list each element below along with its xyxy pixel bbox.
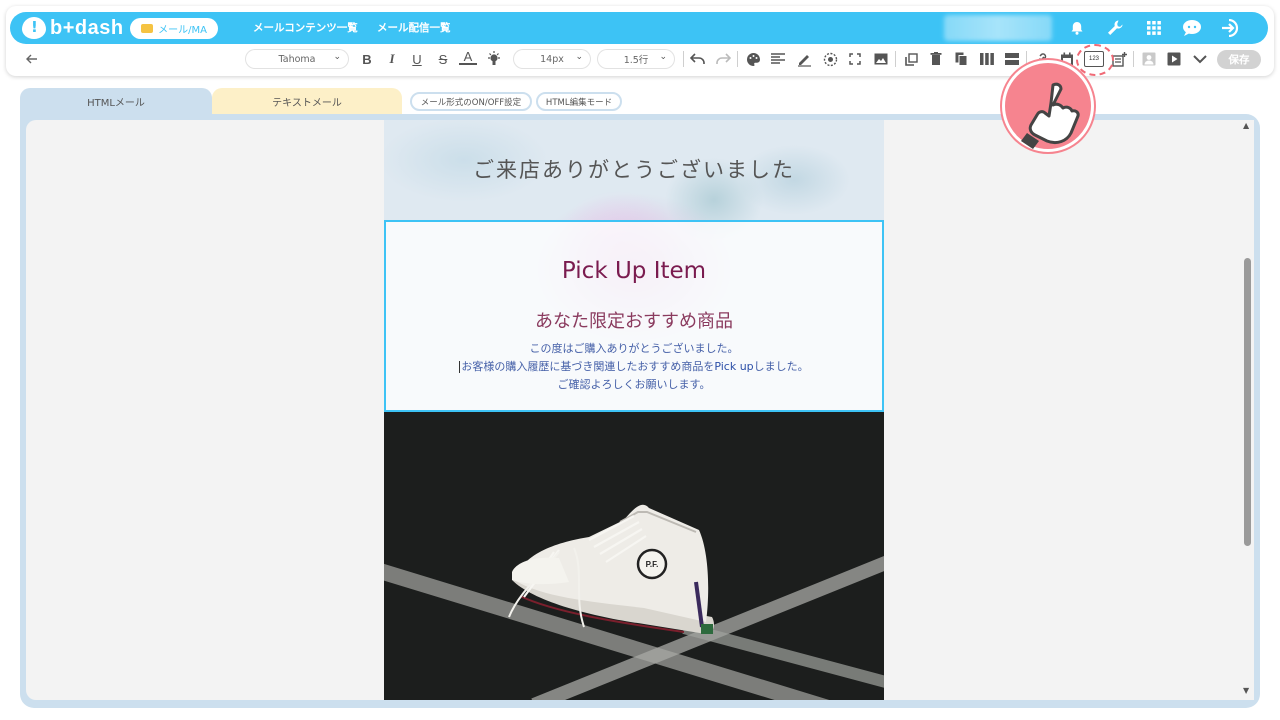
chat-icon[interactable] — [1181, 17, 1203, 39]
font-family-select[interactable]: Tahoma ⌄ — [246, 50, 348, 68]
pen-icon[interactable] — [795, 50, 813, 68]
nav-mail-ma-label: メール/MA — [158, 25, 207, 36]
pick-up-heading[interactable]: Pick Up Item — [386, 258, 882, 284]
redo-icon[interactable] — [714, 50, 732, 68]
email-preview[interactable]: ご来店ありがとうございました Pick Up Item あなた限定おすすめ商品 … — [384, 120, 884, 700]
toolbar-divider — [1133, 51, 1134, 67]
image-icon[interactable] — [872, 50, 890, 68]
html-edit-mode-button[interactable]: HTML編集モード — [536, 92, 622, 111]
bold-icon[interactable]: B — [358, 50, 376, 68]
font-size-select[interactable]: 14px ⌄ — [514, 50, 590, 68]
strikethrough-icon[interactable]: S — [434, 50, 452, 68]
italic-icon[interactable]: I — [383, 50, 401, 68]
play-icon[interactable] — [1165, 50, 1183, 68]
tab-text-mail[interactable]: テキストメール — [212, 88, 402, 114]
mail-folder-icon — [141, 24, 154, 33]
logo-mark-icon — [22, 17, 46, 39]
toolbar-divider — [737, 51, 738, 67]
nav-mail-ma[interactable]: メール/MA — [130, 18, 218, 39]
user-card-icon[interactable] — [1140, 50, 1158, 68]
pick-up-text-block[interactable]: Pick Up Item あなた限定おすすめ商品 この度はご購入ありがとうござい… — [384, 220, 884, 412]
highlight-bulb-icon[interactable] — [485, 50, 503, 68]
body-line-2: お客様の購入履歴に基づき関連したおすすめ商品をPick upしました。 — [386, 358, 882, 376]
app-window: b+dash メール/MA メールコンテンツ一覧 メール配信一覧 Tahoma … — [0, 0, 1280, 720]
chevron-down-icon[interactable] — [1191, 50, 1209, 68]
body-line-3: ご確認よろしくお願いします。 — [557, 378, 711, 391]
pointing-hand-icon — [1021, 82, 1080, 149]
chevron-down-icon: ⌄ — [659, 52, 667, 62]
toolbar-divider — [683, 51, 684, 67]
body-line-2-highlight: Pick up — [714, 360, 754, 373]
save-button[interactable]: 保存 — [1217, 50, 1261, 69]
body-line-2-suffix: しました。 — [753, 360, 809, 373]
nav-mail-delivery-list[interactable]: メール配信一覧 — [377, 20, 451, 35]
trash-icon[interactable] — [927, 50, 945, 68]
block-move-icon[interactable] — [902, 50, 920, 68]
grid-icon[interactable] — [1143, 17, 1165, 39]
mail-format-toggle-button[interactable]: メール形式のON/OFF設定 — [410, 92, 532, 111]
body-line-1: この度はご購入ありがとうございました。 — [529, 342, 739, 355]
copy-icon[interactable] — [952, 50, 970, 68]
columns-icon[interactable] — [978, 50, 996, 68]
text-color-icon[interactable]: A — [459, 49, 477, 65]
body-line-2-prefix: お客様の購入履歴に基づき関連したおすすめ商品を — [461, 360, 715, 373]
align-left-icon[interactable] — [769, 50, 787, 68]
palette-icon[interactable] — [744, 50, 762, 68]
chevron-down-icon: ⌄ — [333, 52, 341, 62]
logout-icon[interactable] — [1219, 17, 1241, 39]
fullscreen-icon[interactable] — [846, 50, 864, 68]
undo-icon[interactable] — [689, 50, 707, 68]
back-arrow-icon[interactable] — [24, 50, 40, 68]
pick-up-body-text[interactable]: この度はご購入ありがとうございました。 お客様の購入履歴に基づき関連したおすすめ… — [386, 340, 882, 394]
scroll-up-icon[interactable]: ▲ — [1243, 121, 1249, 130]
bell-icon[interactable] — [1066, 17, 1088, 39]
nav-mail-content-list[interactable]: メールコンテンツ一覧 — [253, 20, 358, 35]
font-family-value: Tahoma — [278, 53, 316, 65]
sneaker-illustration: P.F. — [508, 504, 714, 634]
email-title[interactable]: ご来店ありがとうございました — [384, 154, 884, 184]
underline-icon[interactable]: U — [408, 50, 426, 68]
wrench-icon[interactable] — [1104, 17, 1126, 39]
logo[interactable]: b+dash — [22, 15, 124, 41]
chevron-down-icon: ⌄ — [575, 52, 583, 62]
tap-hint-marker — [1002, 60, 1094, 152]
sneaker-product-image[interactable]: P.F. — [384, 412, 884, 700]
toolbar-divider — [895, 51, 896, 67]
user-info-blurred — [944, 15, 1052, 41]
scroll-down-icon[interactable]: ▼ — [1243, 686, 1249, 695]
pick-up-subheading[interactable]: あなた限定おすすめ商品 — [386, 307, 882, 333]
line-height-value: 1.5行 — [623, 55, 649, 66]
font-size-value: 14px — [540, 53, 564, 65]
shoe-badge-text: P.F. — [646, 560, 659, 569]
line-height-select[interactable]: 1.5行 ⌄ — [598, 50, 674, 68]
scrollbar-thumb[interactable] — [1244, 258, 1251, 546]
target-icon[interactable] — [821, 50, 839, 68]
tab-html-mail[interactable]: HTMLメール — [20, 88, 212, 114]
logo-text: b+dash — [50, 16, 124, 39]
